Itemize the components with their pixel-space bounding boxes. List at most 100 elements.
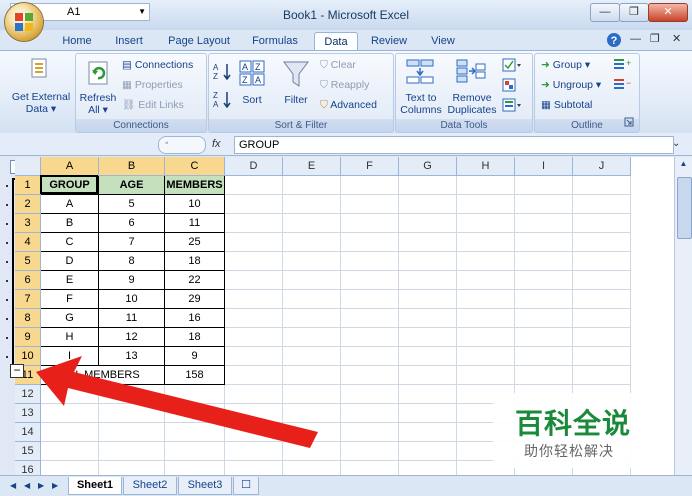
name-box-dropdown-icon[interactable]: ▼ bbox=[138, 4, 146, 20]
cell-h7[interactable] bbox=[457, 290, 515, 309]
column-header-f[interactable]: F bbox=[341, 157, 399, 176]
cell-e10[interactable] bbox=[283, 347, 341, 366]
cell-f2[interactable] bbox=[341, 195, 399, 214]
cell-c8[interactable]: 16 bbox=[165, 309, 225, 328]
cell-b3[interactable]: 6 bbox=[99, 214, 165, 233]
consolidate-icon[interactable] bbox=[502, 78, 522, 92]
cell-i6[interactable] bbox=[515, 271, 573, 290]
cell-h2[interactable] bbox=[457, 195, 515, 214]
close-button[interactable]: ✕ bbox=[648, 3, 688, 22]
cell-j2[interactable] bbox=[573, 195, 631, 214]
row-header-12[interactable]: 12 bbox=[15, 385, 41, 404]
cell-d7[interactable] bbox=[225, 290, 283, 309]
cell-h8[interactable] bbox=[457, 309, 515, 328]
cell-a4[interactable]: C bbox=[41, 233, 99, 252]
cell-d13[interactable] bbox=[225, 404, 283, 423]
tab-home[interactable]: Home bbox=[60, 32, 94, 50]
cell-f8[interactable] bbox=[341, 309, 399, 328]
connections-button[interactable]: ▤ Connections bbox=[122, 58, 193, 72]
cell-e12[interactable] bbox=[283, 385, 341, 404]
cell-g3[interactable] bbox=[399, 214, 457, 233]
column-header-b[interactable]: B bbox=[99, 157, 165, 176]
cell-c12[interactable] bbox=[165, 385, 225, 404]
restore-button[interactable]: ❐ bbox=[619, 3, 649, 22]
row-header-8[interactable]: 8 bbox=[15, 309, 41, 328]
cell-j10[interactable] bbox=[573, 347, 631, 366]
cell-d14[interactable] bbox=[225, 423, 283, 442]
tab-page-layout[interactable]: Page Layout bbox=[166, 32, 232, 50]
row-header-9[interactable]: 9 bbox=[15, 328, 41, 347]
help-icon[interactable]: ? bbox=[606, 32, 622, 48]
cell-e2[interactable] bbox=[283, 195, 341, 214]
tab-formulas[interactable]: Formulas bbox=[250, 32, 300, 50]
ungroup-button[interactable]: ➜ Ungroup ▾ bbox=[541, 78, 601, 92]
cell-d11[interactable] bbox=[225, 366, 283, 385]
cell-d2[interactable] bbox=[225, 195, 283, 214]
cell-g13[interactable] bbox=[399, 404, 457, 423]
formula-bar-expander[interactable]: ◦ bbox=[158, 136, 206, 154]
cell-a6[interactable]: E bbox=[41, 271, 99, 290]
cell-d8[interactable] bbox=[225, 309, 283, 328]
formula-bar-expand-icon[interactable]: ⌄ bbox=[672, 138, 680, 149]
cell-h5[interactable] bbox=[457, 252, 515, 271]
cell-c9[interactable]: 18 bbox=[165, 328, 225, 347]
cell-i4[interactable] bbox=[515, 233, 573, 252]
cell-b1[interactable]: AGE bbox=[99, 176, 165, 195]
prev-sheet-icon[interactable]: ◀ bbox=[24, 481, 30, 490]
cell-j1[interactable] bbox=[573, 176, 631, 195]
cell-h3[interactable] bbox=[457, 214, 515, 233]
cell-h6[interactable] bbox=[457, 271, 515, 290]
row-header-13[interactable]: 13 bbox=[15, 404, 41, 423]
cell-b15[interactable] bbox=[99, 442, 165, 461]
cell-e3[interactable] bbox=[283, 214, 341, 233]
sort-button[interactable]: Sort bbox=[237, 94, 267, 106]
subtotal-button[interactable]: ▦ Subtotal bbox=[541, 98, 592, 112]
cell-a7[interactable]: F bbox=[41, 290, 99, 309]
insert-sheet-button[interactable]: ☐ bbox=[233, 477, 259, 495]
cell-e14[interactable] bbox=[283, 423, 341, 442]
cell-i7[interactable] bbox=[515, 290, 573, 309]
column-header-d[interactable]: D bbox=[225, 157, 283, 176]
cell-f4[interactable] bbox=[341, 233, 399, 252]
cell-a8[interactable]: G bbox=[41, 309, 99, 328]
column-header-g[interactable]: G bbox=[399, 157, 457, 176]
filter-button[interactable]: Filter bbox=[281, 94, 311, 106]
cell-i8[interactable] bbox=[515, 309, 573, 328]
cell-b14[interactable] bbox=[99, 423, 165, 442]
cell-j11[interactable] bbox=[573, 366, 631, 385]
cell-h4[interactable] bbox=[457, 233, 515, 252]
tab-data[interactable]: Data bbox=[314, 32, 358, 51]
outline-dialog-launcher-icon[interactable] bbox=[624, 117, 634, 127]
cell-f3[interactable] bbox=[341, 214, 399, 233]
cell-e6[interactable] bbox=[283, 271, 341, 290]
cell-g4[interactable] bbox=[399, 233, 457, 252]
vertical-scrollbar[interactable]: ▲ bbox=[674, 157, 692, 475]
text-to-columns-button[interactable]: Text to Columns bbox=[398, 92, 444, 116]
cell-e13[interactable] bbox=[283, 404, 341, 423]
cell-e7[interactable] bbox=[283, 290, 341, 309]
cell-c4[interactable]: 25 bbox=[165, 233, 225, 252]
cell-e9[interactable] bbox=[283, 328, 341, 347]
cell-c6[interactable]: 22 bbox=[165, 271, 225, 290]
cell-g9[interactable] bbox=[399, 328, 457, 347]
cell-b7[interactable]: 10 bbox=[99, 290, 165, 309]
cell-a15[interactable] bbox=[41, 442, 99, 461]
ribbon-restore-icon[interactable]: ❐ bbox=[650, 32, 660, 45]
cell-g10[interactable] bbox=[399, 347, 457, 366]
column-header-i[interactable]: I bbox=[515, 157, 573, 176]
cell-j4[interactable] bbox=[573, 233, 631, 252]
cell-f9[interactable] bbox=[341, 328, 399, 347]
cell-j5[interactable] bbox=[573, 252, 631, 271]
cell-c5[interactable]: 18 bbox=[165, 252, 225, 271]
tab-view[interactable]: View bbox=[427, 32, 459, 50]
scroll-thumb[interactable] bbox=[677, 177, 692, 239]
cell-a9[interactable]: H bbox=[41, 328, 99, 347]
cell-i1[interactable] bbox=[515, 176, 573, 195]
cell-e4[interactable] bbox=[283, 233, 341, 252]
cell-f1[interactable] bbox=[341, 176, 399, 195]
cell-d5[interactable] bbox=[225, 252, 283, 271]
cell-i11[interactable] bbox=[515, 366, 573, 385]
column-header-e[interactable]: E bbox=[283, 157, 341, 176]
cell-b13[interactable] bbox=[99, 404, 165, 423]
tab-insert[interactable]: Insert bbox=[111, 32, 147, 50]
